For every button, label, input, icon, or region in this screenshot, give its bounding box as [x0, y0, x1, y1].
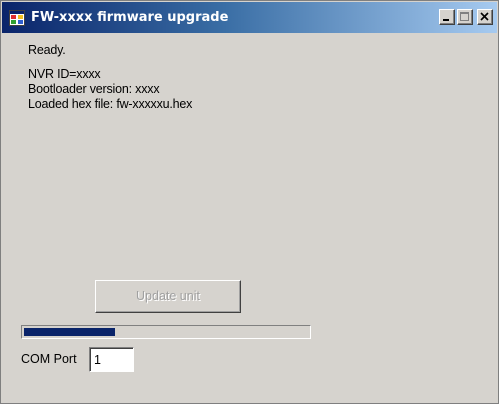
bootloader-version-text: Bootloader version: xxxx [28, 82, 160, 96]
minimize-button[interactable] [439, 9, 455, 25]
update-unit-button[interactable]: Update unit [95, 280, 241, 313]
app-window-icon[interactable] [9, 10, 25, 26]
close-button[interactable] [477, 9, 493, 25]
com-port-label: COM Port [21, 352, 77, 366]
window-title: FW-xxxx firmware upgrade [31, 10, 229, 25]
loaded-file-text: Loaded hex file: fw-xxxxxu.hex [28, 97, 193, 111]
com-port-input[interactable] [89, 347, 134, 372]
maximize-button[interactable] [457, 9, 473, 25]
title-bar[interactable]: FW-xxxx firmware upgrade [2, 2, 497, 33]
maximize-icon [460, 12, 469, 21]
progress-fill [24, 328, 115, 336]
minimize-icon [443, 19, 449, 21]
app-window: FW-xxxx firmware upgrade Ready. NVR ID=x… [0, 0, 499, 404]
close-icon [480, 12, 489, 21]
nvr-id-text: NVR ID=xxxx [28, 67, 101, 81]
progress-bar [21, 325, 311, 339]
status-ready: Ready. [28, 43, 66, 57]
status-panel: Ready. NVR ID=xxxx Bootloader version: x… [28, 43, 192, 112]
